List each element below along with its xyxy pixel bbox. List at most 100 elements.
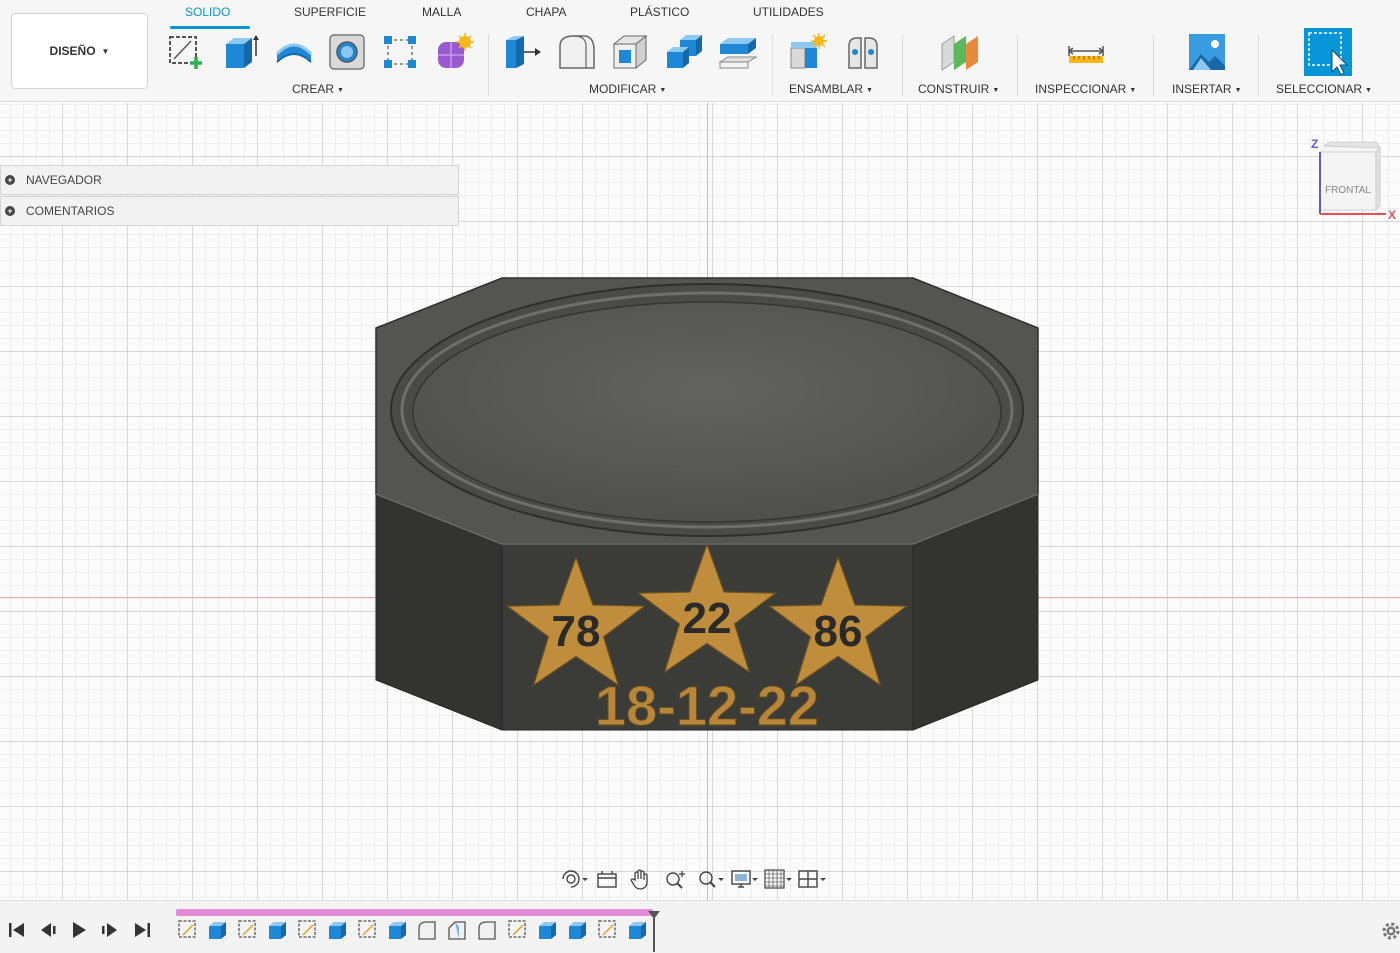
timeline-first-button[interactable] <box>6 919 28 941</box>
construir-menu[interactable]: CONSTRUIR ▼ <box>918 82 999 96</box>
extrude-button[interactable] <box>220 32 260 72</box>
timeline-feature-extrude[interactable] <box>206 918 230 942</box>
viewports-icon <box>798 870 826 888</box>
crear-menu[interactable]: CREAR ▼ <box>292 82 344 96</box>
view-cube[interactable]: FRONTAL Z X <box>1306 132 1400 224</box>
ensamblar-menu[interactable]: ENSAMBLAR ▼ <box>789 82 873 96</box>
extrude-icon <box>329 922 346 939</box>
chamfer-icon <box>448 921 466 940</box>
press-pull-button[interactable] <box>502 32 542 72</box>
combine-button[interactable] <box>664 32 704 72</box>
create-form-button[interactable] <box>434 32 474 72</box>
timeline-feature-extrude[interactable] <box>536 918 560 942</box>
timeline-feature-sketch[interactable] <box>176 918 200 942</box>
timeline-feature-sketch[interactable] <box>596 918 620 942</box>
comments-label: COMENTARIOS <box>26 204 115 218</box>
expand-icon: + <box>5 206 15 216</box>
timeline-next-button[interactable] <box>99 919 121 941</box>
modificar-menu[interactable]: MODIFICAR ▼ <box>589 82 666 96</box>
timeline-feature-extrude[interactable] <box>566 918 590 942</box>
tab-malla[interactable]: MALLA <box>422 5 461 19</box>
insert-image-button[interactable] <box>1187 32 1227 72</box>
sketch-icon <box>358 920 376 938</box>
ensamblar-label: ENSAMBLAR <box>789 82 864 96</box>
insertar-menu[interactable]: INSERTAR ▼ <box>1172 82 1242 96</box>
gear-icon <box>1382 922 1400 940</box>
pattern-button[interactable] <box>380 32 420 72</box>
look-at-icon <box>597 871 617 888</box>
timeline-feature-sketch[interactable] <box>236 918 260 942</box>
fit-button[interactable] <box>694 867 724 891</box>
tab-utilidades[interactable]: UTILIDADES <box>753 5 824 19</box>
expand-icon: + <box>5 175 15 185</box>
timeline-feature-extrude[interactable] <box>266 918 290 942</box>
timeline-settings-button[interactable] <box>1381 921 1400 941</box>
toolbar-divider <box>488 34 489 96</box>
viewports-button[interactable] <box>796 867 826 891</box>
timeline-feature-sketch[interactable] <box>356 918 380 942</box>
extrude-icon <box>539 922 556 939</box>
pan-button[interactable] <box>626 867 656 891</box>
extrude-icon <box>209 922 226 939</box>
emboss-star-number: 86 <box>814 607 863 656</box>
chevron-down-icon: ▼ <box>101 46 110 56</box>
navigator-label: NAVEGADOR <box>26 173 102 187</box>
browser-comments[interactable]: + COMENTARIOS <box>0 196 459 226</box>
insert-image-icon <box>1189 34 1225 70</box>
measure-button[interactable] <box>1066 32 1106 72</box>
joint-button[interactable] <box>843 32 883 72</box>
shell-button[interactable] <box>610 32 650 72</box>
step-forward-icon <box>102 923 117 937</box>
grid-settings-button[interactable] <box>762 867 792 891</box>
inspeccionar-menu[interactable]: INSPECCIONAR ▼ <box>1035 82 1136 96</box>
timeline-play-button[interactable] <box>68 919 90 941</box>
timeline-feature-sketch[interactable] <box>506 918 530 942</box>
modificar-label: MODIFICAR <box>589 82 657 96</box>
chevron-down-icon: ▼ <box>1234 87 1242 94</box>
timeline-marker[interactable] <box>647 910 661 952</box>
seleccionar-menu[interactable]: SELECCIONAR ▼ <box>1276 82 1372 96</box>
model-body[interactable]: 78 22 86 18-12-22 <box>370 270 1050 740</box>
display-settings-button[interactable] <box>728 867 758 891</box>
timeline-last-button[interactable] <box>131 919 153 941</box>
fillet-button[interactable] <box>556 32 596 72</box>
workspace-dropdown[interactable]: DISEÑO ▼ <box>11 13 148 89</box>
emboss-star-number: 78 <box>552 607 601 656</box>
fit-icon <box>699 871 724 888</box>
tab-superficie[interactable]: SUPERFICIE <box>294 5 366 19</box>
pan-icon <box>630 869 648 890</box>
step-back-icon <box>41 923 56 937</box>
tab-plastico[interactable]: PLÁSTICO <box>630 5 689 19</box>
hole-button[interactable] <box>327 32 367 72</box>
offset-face-button[interactable] <box>718 32 758 72</box>
timeline-feature-extrude[interactable] <box>326 918 350 942</box>
viewcube-z-label: Z <box>1311 137 1318 151</box>
navigation-bar <box>558 866 858 892</box>
emboss-date: 18-12-22 <box>595 674 819 737</box>
tab-chapa[interactable]: CHAPA <box>526 5 566 19</box>
viewcube-face-label: FRONTAL <box>1325 185 1371 196</box>
timeline-feature-fillet[interactable] <box>476 918 500 942</box>
timeline-feature-fillet[interactable] <box>416 918 440 942</box>
offset-plane-button[interactable] <box>939 32 979 72</box>
sketch-icon <box>238 920 256 938</box>
fillet-icon <box>559 35 595 69</box>
timeline-feature-extrude[interactable] <box>386 918 410 942</box>
grid-settings-icon <box>764 869 792 889</box>
new-component-icon <box>790 33 827 69</box>
timeline-prev-button[interactable] <box>37 919 59 941</box>
zoom-button[interactable] <box>660 867 690 891</box>
orbit-button[interactable] <box>558 867 588 891</box>
timeline-feature-chamfer[interactable] <box>446 918 470 942</box>
create-sketch-button[interactable] <box>165 32 205 72</box>
timeline-feature-sketch[interactable] <box>296 918 320 942</box>
select-button[interactable] <box>1304 28 1352 76</box>
browser-navigator[interactable]: + NAVEGADOR <box>0 165 459 195</box>
chevron-down-icon: ▼ <box>337 87 344 94</box>
new-component-button[interactable] <box>788 32 828 72</box>
tab-solido[interactable]: SOLIDO <box>185 5 230 19</box>
revolve-button[interactable] <box>274 32 314 72</box>
timeline-range-bar <box>176 909 653 916</box>
toolbar-divider <box>1153 34 1154 96</box>
look-at-button[interactable] <box>592 867 622 891</box>
